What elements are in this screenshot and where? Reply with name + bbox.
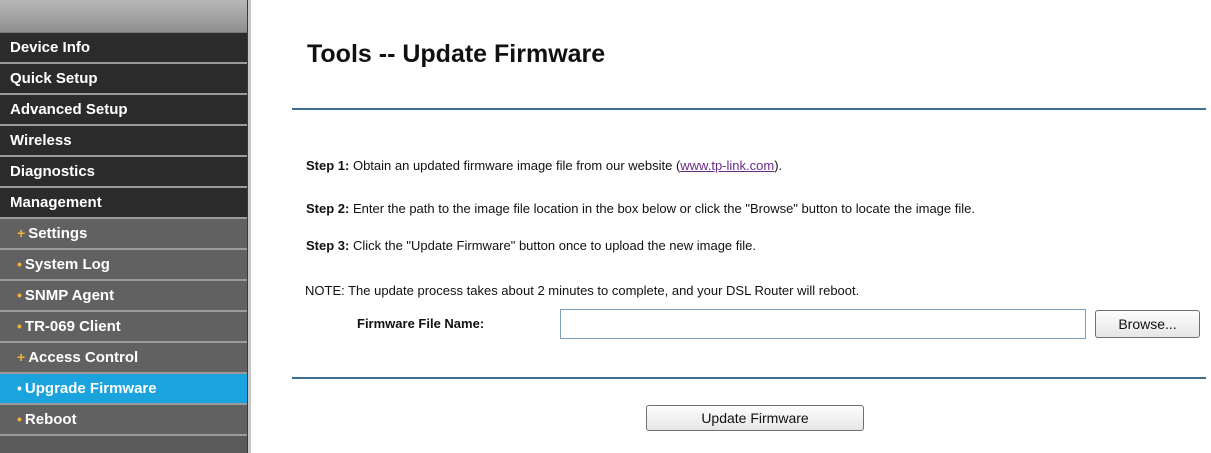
sidebar-item-settings[interactable]: + Settings <box>0 219 247 250</box>
firmware-file-input[interactable] <box>560 309 1086 339</box>
sidebar-item-reboot[interactable]: • Reboot <box>0 405 247 436</box>
sidebar-nav: Device Info Quick Setup Advanced Setup Wire… <box>0 0 248 453</box>
main-content: Tools -- Update Firmware Step 1: Obtain … <box>251 0 1211 453</box>
step-2-label: Step 2: <box>306 201 350 216</box>
sidebar-item-system-log[interactable]: • System Log <box>0 250 247 281</box>
bullet-icon: • <box>17 380 22 396</box>
sidebar-item-label: Access Control <box>28 349 139 366</box>
step-3-label: Step 3: <box>306 238 350 253</box>
sidebar-item-label: Management <box>10 194 102 211</box>
sidebar-item-device-info[interactable]: Device Info <box>0 33 247 64</box>
tp-link-website-link[interactable]: www.tp-link.com <box>680 158 774 173</box>
expand-bullet-icon: + <box>17 225 26 241</box>
sidebar-header <box>0 0 247 33</box>
sidebar-item-quick-setup[interactable]: Quick Setup <box>0 64 247 95</box>
update-firmware-button[interactable]: Update Firmware <box>646 405 864 431</box>
step-1-end: ). <box>774 158 783 173</box>
sidebar-item-management[interactable]: Management <box>0 188 247 219</box>
sidebar-item-label: TR-069 Client <box>24 318 121 335</box>
sidebar-item-label: Settings <box>28 225 88 242</box>
sidebar-item-label: Reboot <box>24 411 77 428</box>
sidebar-item-label: Advanced Setup <box>10 101 128 118</box>
bottom-divider <box>292 377 1206 379</box>
bullet-icon: • <box>17 318 22 334</box>
step-3-description: Click the "Update Firmware" button once … <box>349 238 757 253</box>
bullet-icon: • <box>17 287 22 303</box>
sidebar-item-diagnostics[interactable]: Diagnostics <box>0 157 247 188</box>
browse-button[interactable]: Browse... <box>1095 310 1200 338</box>
bullet-icon: • <box>17 256 22 272</box>
sidebar-item-label: Diagnostics <box>10 163 96 180</box>
sidebar-item-label: System Log <box>24 256 110 273</box>
sidebar-item-advanced-setup[interactable]: Advanced Setup <box>0 95 247 126</box>
sidebar-item-label: Wireless <box>10 132 72 149</box>
nav-list: Device Info Quick Setup Advanced Setup Wire… <box>0 33 247 436</box>
step-3-text: Step 3: Click the "Update Firmware" butt… <box>306 238 756 253</box>
sidebar-item-upgrade-firmware[interactable]: • Upgrade Firmware <box>0 374 247 405</box>
update-note: NOTE: The update process takes about 2 m… <box>305 283 860 298</box>
step-1-label: Step 1: <box>306 158 350 173</box>
page-title: Tools -- Update Firmware <box>307 40 606 68</box>
expand-bullet-icon: + <box>17 349 26 365</box>
sidebar-item-wireless[interactable]: Wireless <box>0 126 247 157</box>
step-1-text: Step 1: Obtain an updated firmware image… <box>306 158 782 173</box>
step-2-description: Enter the path to the image file locatio… <box>349 201 975 216</box>
sidebar-item-access-control[interactable]: + Access Control <box>0 343 247 374</box>
sidebar-item-label: Quick Setup <box>10 70 98 87</box>
firmware-file-label: Firmware File Name: <box>357 316 485 331</box>
sidebar-item-tr-069-client[interactable]: • TR-069 Client <box>0 312 247 343</box>
step-1-description: Obtain an updated firmware image file fr… <box>349 158 681 173</box>
top-divider <box>292 108 1206 110</box>
step-2-text: Step 2: Enter the path to the image file… <box>306 201 975 216</box>
sidebar-item-label: Device Info <box>10 39 91 56</box>
sidebar-item-label: SNMP Agent <box>24 287 115 304</box>
sidebar-item-label: Upgrade Firmware <box>24 380 157 397</box>
sidebar-item-snmp-agent[interactable]: • SNMP Agent <box>0 281 247 312</box>
bullet-icon: • <box>17 411 22 427</box>
